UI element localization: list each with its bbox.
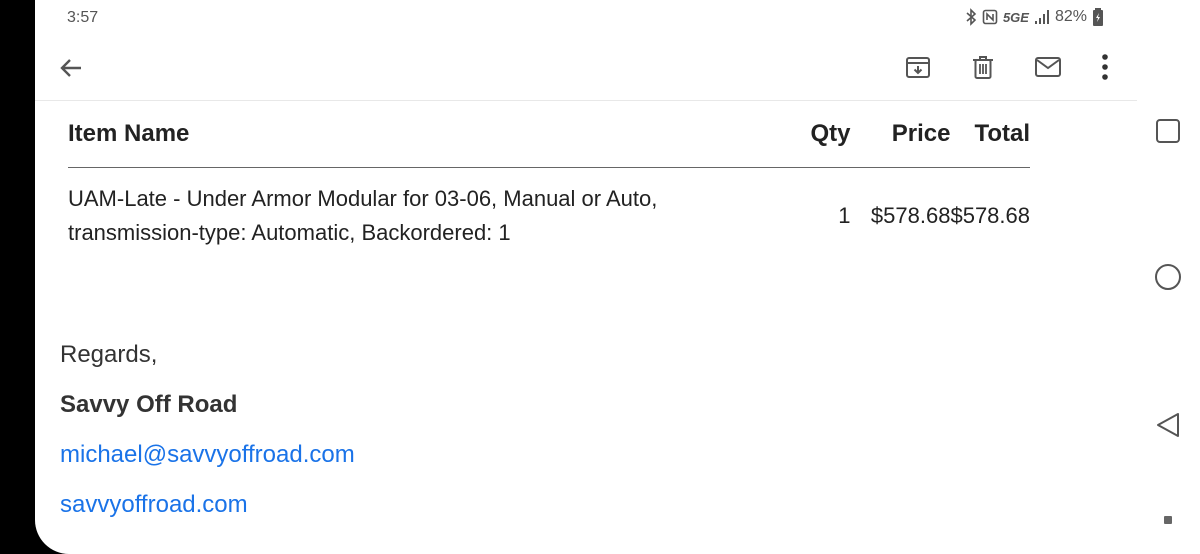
- total-cell: $578.68: [950, 203, 1030, 228]
- item-line-1: UAM-Late - Under Armor Modular for 03-06…: [68, 186, 658, 211]
- table-row: UAM-Late - Under Armor Modular for 03-06…: [68, 168, 1030, 251]
- email-toolbar: [35, 38, 1137, 101]
- battery-icon: [1092, 8, 1104, 26]
- nfc-icon: [982, 9, 998, 25]
- qty-cell: 1: [838, 203, 851, 228]
- status-icons: 5GE 82%: [965, 8, 1104, 26]
- header-price: Price: [850, 101, 951, 168]
- price-cell: $578.68: [870, 203, 951, 228]
- signal-icon: [1034, 9, 1050, 25]
- bluetooth-icon: [965, 8, 977, 26]
- status-time: 3:57: [67, 9, 99, 26]
- header-total: Total: [950, 101, 1030, 168]
- table-header-row: Item Name Qty Price Total: [68, 101, 1030, 168]
- website-link[interactable]: savvyoffroad.com: [60, 491, 248, 519]
- network-type: 5GE: [1002, 9, 1029, 25]
- item-name-cell: UAM-Late - Under Armor Modular for 03-06…: [68, 168, 781, 251]
- system-nav-bar: [1137, 0, 1200, 554]
- more-vert-icon[interactable]: [1090, 52, 1120, 82]
- battery-percent: 82%: [1054, 8, 1087, 25]
- status-bar: 3:57 5GE 82%: [35, 0, 1137, 36]
- trash-icon[interactable]: [968, 52, 998, 82]
- home-icon[interactable]: [1153, 262, 1183, 292]
- email-screen: 3:57 5GE 82% Item Name Qty Price Total U…: [35, 0, 1137, 554]
- header-qty: Qty: [780, 101, 851, 168]
- recent-apps-icon[interactable]: [1153, 116, 1183, 146]
- email-link[interactable]: michael@savvyoffroad.com: [60, 441, 355, 469]
- back-nav-icon[interactable]: [1153, 410, 1183, 440]
- regards-text: Regards,: [60, 341, 158, 368]
- email-body: Item Name Qty Price Total UAM-Late - Und…: [35, 101, 1137, 554]
- nav-dot-icon: [1153, 505, 1183, 535]
- back-arrow-icon[interactable]: [55, 52, 87, 84]
- order-items-table: Item Name Qty Price Total UAM-Late - Und…: [68, 101, 1030, 250]
- item-line-2: transmission-type: Automatic, Backordere…: [68, 220, 511, 245]
- sender-name: Savvy Off Road: [60, 391, 238, 418]
- archive-icon[interactable]: [903, 52, 933, 82]
- header-item-name: Item Name: [68, 101, 781, 168]
- mail-unread-icon[interactable]: [1033, 52, 1063, 82]
